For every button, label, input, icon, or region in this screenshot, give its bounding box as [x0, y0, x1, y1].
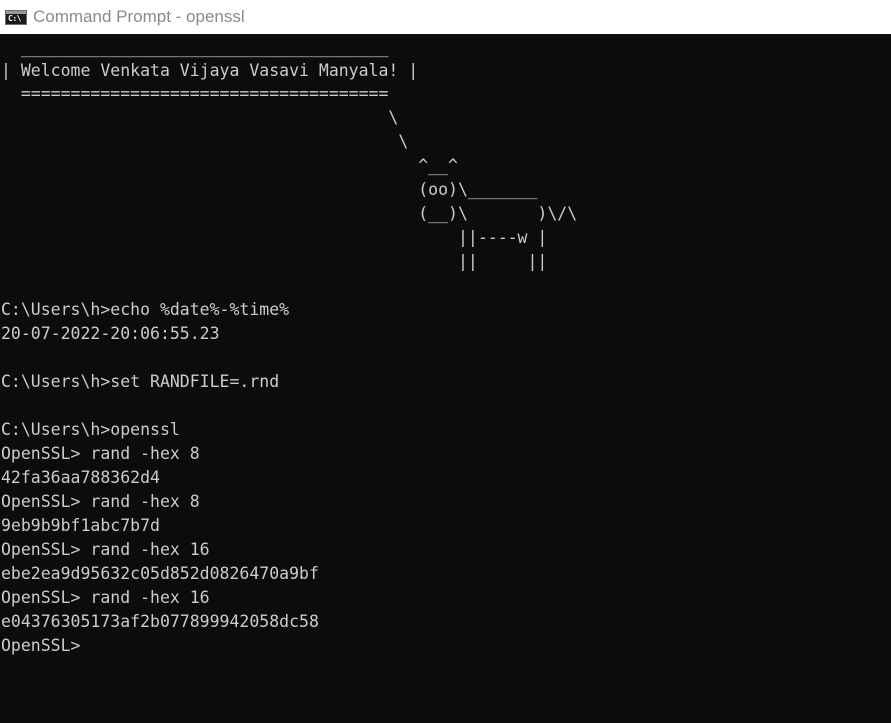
openssl-command-line: OpenSSL> rand -hex 16 — [1, 588, 210, 607]
banner-bottom-border: ===================================== — [1, 84, 389, 103]
openssl-command-line: OpenSSL> rand -hex 16 — [1, 540, 210, 559]
openssl-command-line: OpenSSL> rand -hex 8 — [1, 492, 200, 511]
prompt-line: C:\Users\h>echo %date%-%time% — [1, 300, 290, 319]
cow-line: ||----w | — [1, 228, 548, 247]
output-line: e04376305173af2b077899942058dc58 — [1, 612, 319, 631]
icon-label: C:\ — [8, 13, 21, 23]
title-bar[interactable]: C:\ Command Prompt - openssl — [0, 0, 891, 34]
prompt-line: C:\Users\h>openssl — [1, 420, 180, 439]
output-line: 20-07-2022-20:06:55.23 — [1, 324, 220, 343]
command-prompt-icon: C:\ — [5, 9, 27, 25]
cow-line: \ — [1, 132, 409, 151]
cow-line: || || — [1, 252, 548, 271]
output-line: 42fa36aa788362d4 — [1, 468, 160, 487]
banner-greeting: | Welcome Venkata Vijaya Vasavi Manyala!… — [1, 61, 419, 80]
cow-line: (oo)\_______ — [1, 180, 538, 199]
banner-top-border: _____________________________________ — [1, 38, 389, 57]
openssl-command-line: OpenSSL> rand -hex 8 — [1, 444, 200, 463]
cow-line: \ — [1, 108, 399, 127]
cow-line: ^__^ — [1, 156, 458, 175]
openssl-current-prompt[interactable]: OpenSSL> — [1, 634, 80, 658]
prompt-line: C:\Users\h>set RANDFILE=.rnd — [1, 372, 280, 391]
output-line: 9eb9b9bf1abc7b7d — [1, 516, 160, 535]
output-line: ebe2ea9d95632c05d852d0826470a9bf — [1, 564, 319, 583]
console-output[interactable]: _____________________________________ | … — [0, 34, 891, 723]
command-prompt-window: C:\ Command Prompt - openssl ___________… — [0, 0, 891, 723]
cow-line: (__)\ )\/\ — [1, 204, 578, 223]
window-title: Command Prompt - openssl — [33, 7, 245, 26]
